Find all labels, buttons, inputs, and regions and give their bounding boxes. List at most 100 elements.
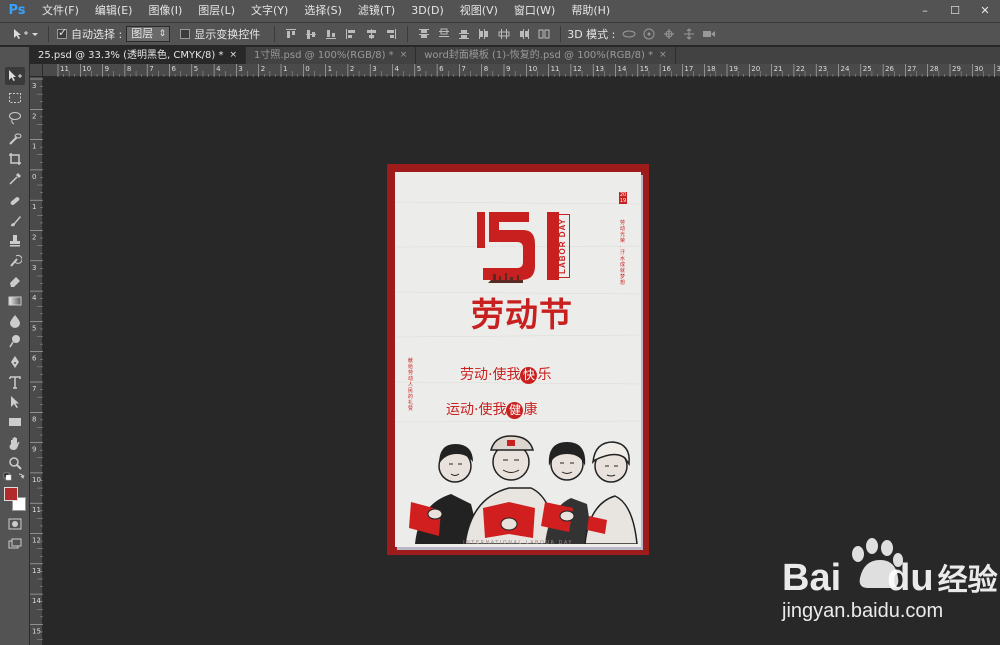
menu-image[interactable]: 图像(I): [140, 0, 190, 22]
slogan-text: 康: [523, 402, 538, 418]
zoom-tool-icon[interactable]: [5, 454, 25, 472]
distribute-right-icon[interactable]: [516, 26, 532, 42]
ruler-tick-label: 22: [796, 65, 805, 73]
blur-tool-icon[interactable]: [5, 312, 25, 330]
show-transform-checkbox[interactable]: [180, 29, 191, 39]
distribute-vcenter-icon[interactable]: [436, 26, 452, 42]
ruler-tick-label: 3: [238, 65, 242, 73]
menu-filter[interactable]: 滤镜(T): [350, 0, 403, 22]
slogan-health: 运动·使我健康: [446, 401, 537, 419]
ruler-tick-label: 11: [60, 65, 69, 73]
align-left-icon[interactable]: [343, 26, 359, 42]
ruler-tick-label: 12: [32, 537, 41, 545]
camera-3d-icon[interactable]: [701, 26, 717, 42]
ruler-tick-label: 2: [350, 65, 354, 73]
quick-mask-icon[interactable]: [5, 515, 25, 533]
distribute-left-icon[interactable]: [476, 26, 492, 42]
ruler-tick-label: 5: [194, 65, 198, 73]
align-bottom-icon[interactable]: [323, 26, 339, 42]
crop-tool-icon[interactable]: [5, 150, 25, 168]
auto-select-checkbox[interactable]: [57, 26, 67, 39]
move-tool-icon[interactable]: [5, 67, 25, 85]
rotate-3d-icon[interactable]: [621, 26, 637, 42]
ruler-origin[interactable]: [30, 64, 43, 77]
align-vcenter-icon[interactable]: [303, 26, 319, 42]
menu-help[interactable]: 帮助(H): [563, 0, 618, 22]
clone-stamp-tool-icon[interactable]: [5, 232, 25, 250]
ruler-tick-label: 23: [818, 65, 827, 73]
quick-select-tool-icon[interactable]: [5, 130, 25, 148]
window-controls: – ☐ ✕: [910, 0, 1000, 22]
ruler-tick-label: 15: [32, 627, 41, 635]
horizontal-ruler[interactable]: 11 10 9 8 7 6 5 4 3 2 1 0 1 2 3 4 5 6 7 8 9 10 11 12 13 14 15 16 17 1…: [43, 64, 1000, 77]
auto-select-dropdown[interactable]: 图层: [126, 26, 171, 42]
align-right-icon[interactable]: [383, 26, 399, 42]
minimize-button[interactable]: –: [910, 0, 940, 22]
dodge-tool-icon[interactable]: [5, 332, 25, 350]
ruler-tick-label: 2: [261, 65, 265, 73]
brush-tool-icon[interactable]: [5, 212, 25, 230]
eraser-tool-icon[interactable]: [5, 272, 25, 290]
ruler-tick-label: 12: [573, 65, 582, 73]
baidu-jingyan-watermark: Bai du 经验 jingyan.baidu.com: [782, 538, 998, 630]
healing-brush-tool-icon[interactable]: [5, 192, 25, 210]
ruler-tick-label: 0: [305, 65, 309, 73]
ruler-tick-label: 6: [32, 355, 37, 363]
gradient-tool-icon[interactable]: [5, 292, 25, 310]
baidu-brand-text: Bai: [782, 557, 842, 599]
ruler-tick-label: 2: [32, 112, 36, 120]
tab-document-word-cover[interactable]: word封面模板 (1)-恢复的.psd @ 100%(RGB/8) * ×: [416, 47, 676, 64]
ruler-tick-label: 17: [684, 65, 693, 73]
pan-3d-icon[interactable]: [661, 26, 677, 42]
history-brush-tool-icon[interactable]: [5, 252, 25, 270]
align-hcenter-icon[interactable]: [363, 26, 379, 42]
ruler-tick-label: 14: [618, 65, 627, 73]
distribute-hcenter-icon[interactable]: [496, 26, 512, 42]
ruler-tick-label: 20: [751, 65, 760, 73]
auto-align-icon[interactable]: [536, 26, 552, 42]
tab-close-icon[interactable]: ×: [659, 47, 667, 64]
hand-tool-icon[interactable]: [5, 434, 25, 452]
poster-footer: INTERNATIONAL LABOUR DAY: [463, 540, 573, 546]
type-tool-icon[interactable]: [5, 373, 25, 391]
menu-type[interactable]: 文字(Y): [243, 0, 296, 22]
distribute-top-icon[interactable]: [416, 26, 432, 42]
ruler-tick-label: 4: [395, 65, 400, 73]
menu-edit[interactable]: 编辑(E): [87, 0, 141, 22]
slide-3d-icon[interactable]: [681, 26, 697, 42]
menu-view[interactable]: 视图(V): [452, 0, 506, 22]
watermark-url: jingyan.baidu.com: [782, 600, 944, 622]
close-button[interactable]: ✕: [970, 0, 1000, 22]
default-colors-icon[interactable]: [3, 472, 27, 484]
roll-3d-icon[interactable]: [641, 26, 657, 42]
lasso-tool-icon[interactable]: [5, 109, 25, 127]
tab-close-icon[interactable]: ×: [400, 47, 408, 64]
move-tool-preset-icon[interactable]: [10, 26, 40, 42]
screen-mode-icon[interactable]: [5, 535, 25, 553]
tab-document-25[interactable]: 25.psd @ 33.3% (透明黑色, CMYK/8) * ×: [30, 47, 247, 64]
align-top-icon[interactable]: [283, 26, 299, 42]
ruler-tick-label: 5: [417, 65, 421, 73]
eyedropper-tool-icon[interactable]: [5, 170, 25, 188]
menu-3d[interactable]: 3D(D): [403, 0, 452, 22]
path-selection-tool-icon[interactable]: [5, 393, 25, 411]
tab-close-icon[interactable]: ×: [229, 47, 237, 64]
maximize-button[interactable]: ☐: [940, 0, 970, 22]
ruler-tick-label: 8: [127, 65, 131, 73]
foreground-color-swatch[interactable]: [4, 487, 18, 501]
marquee-tool-icon[interactable]: [5, 89, 25, 107]
rectangle-tool-icon[interactable]: [5, 413, 25, 431]
menu-select[interactable]: 选择(S): [296, 0, 350, 22]
ruler-tick-label: 13: [32, 567, 41, 575]
menu-layer[interactable]: 图层(L): [190, 0, 243, 22]
vertical-ruler[interactable]: 3 2 1 0 1 2 3 4 5 6 7 8 9 10 11 12 13 14 15: [30, 77, 43, 645]
tab-document-photo[interactable]: 1寸照.psd @ 100%(RGB/8) * ×: [246, 47, 417, 64]
menu-window[interactable]: 窗口(W): [506, 0, 563, 22]
ruler-tick-label: 9: [105, 65, 109, 73]
ruler-tick-label: 4: [216, 65, 221, 73]
poster-artboard[interactable]: LABOR DAY 2019 劳动光荣 · 汗水成就梦想 劳动节 劳动·使我快乐…: [387, 164, 649, 555]
workers-illustration: [409, 435, 638, 544]
distribute-bottom-icon[interactable]: [456, 26, 472, 42]
menu-file[interactable]: 文件(F): [34, 0, 87, 22]
pen-tool-icon[interactable]: [5, 353, 25, 371]
